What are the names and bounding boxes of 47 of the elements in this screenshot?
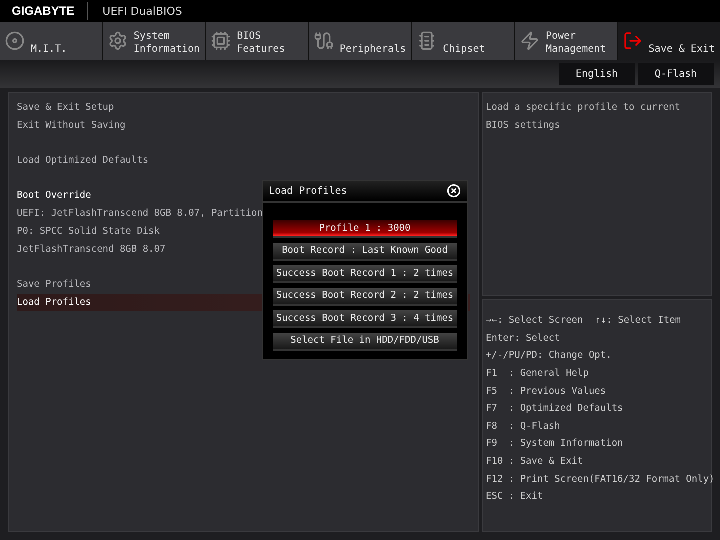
menu-tab[interactable]: Save & Exit bbox=[618, 22, 720, 60]
menu-tab[interactable]: M.I.T. bbox=[0, 22, 102, 60]
menu-item[interactable]: Exit Without Saving bbox=[17, 116, 126, 134]
menu-item[interactable]: UEFI: JetFlashTranscend 8GB 8.07, Partition bbox=[17, 205, 263, 223]
menu-tab[interactable]: BIOS Features bbox=[206, 22, 308, 60]
help-text: F1 : General Help bbox=[486, 368, 589, 380]
help-text: F9 : System Information bbox=[486, 438, 624, 450]
brand-logo: GIGABYTE bbox=[0, 2, 88, 20]
help-text: ESC : Exit bbox=[486, 491, 544, 502]
help-text: F5 : Previous Values bbox=[486, 386, 606, 397]
toolbar-button[interactable]: Q-Flash bbox=[638, 63, 714, 85]
menu-item[interactable]: JetFlashTranscend 8GB 8.07 bbox=[17, 240, 166, 258]
exit-icon bbox=[622, 31, 643, 51]
cable-icon bbox=[314, 31, 334, 51]
help-text: →←: Select Screen bbox=[486, 315, 584, 326]
profile-option[interactable]: Profile 1 : 3000 bbox=[273, 220, 457, 238]
menu-item[interactable]: Save Profiles bbox=[17, 276, 92, 294]
help-text: ↑↓: Select Item bbox=[595, 315, 682, 326]
menu-tab[interactable]: Power Management bbox=[514, 22, 617, 60]
profile-option[interactable]: Success Boot Record 2 : 2 times bbox=[273, 288, 457, 306]
close-icon[interactable] bbox=[447, 184, 461, 198]
menu-tab[interactable]: System Information bbox=[102, 22, 206, 60]
profile-option[interactable]: Select File in HDD/FDD/USB bbox=[273, 332, 457, 350]
disc-icon bbox=[5, 31, 25, 51]
help-text: F8 : Q-Flash bbox=[486, 420, 560, 432]
toolbar-button[interactable]: English bbox=[559, 63, 635, 85]
help-text: +/-/PU/PD: Change Opt. bbox=[486, 350, 612, 362]
menu-tab[interactable]: Peripherals bbox=[308, 22, 412, 60]
lightning-icon bbox=[520, 31, 540, 51]
profile-option[interactable]: Boot Record : Last Known Good bbox=[273, 242, 457, 260]
app-title: UEFI DualBIOS bbox=[102, 4, 182, 18]
help-text: F12 : Print Screen(FAT16/32 Format Only) bbox=[486, 474, 715, 485]
menu-item[interactable]: P0: SPCC Solid State Disk bbox=[17, 222, 160, 240]
help-text: F7 : Optimized Defaults bbox=[486, 403, 624, 414]
section-heading: Boot Override bbox=[17, 189, 92, 204]
chip-icon bbox=[211, 31, 232, 51]
menu-item[interactable]: Save & Exit Setup bbox=[17, 99, 114, 117]
help-text: F10 : Save & Exit bbox=[486, 456, 584, 468]
menu-tab[interactable]: Chipset bbox=[412, 22, 514, 60]
profile-option[interactable]: Success Boot Record 1 : 2 times bbox=[273, 265, 457, 283]
gear-icon bbox=[108, 31, 128, 51]
profile-option[interactable]: Success Boot Record 3 : 4 times bbox=[273, 310, 457, 328]
menu-item[interactable]: Load Optimized Defaults bbox=[17, 152, 149, 170]
chip-icon bbox=[417, 31, 438, 51]
help-text: Enter: Select bbox=[486, 332, 560, 344]
description-text: Load a specific profile to current BIOS settings bbox=[486, 101, 682, 133]
dialog-title: Load Profiles bbox=[269, 186, 348, 196]
